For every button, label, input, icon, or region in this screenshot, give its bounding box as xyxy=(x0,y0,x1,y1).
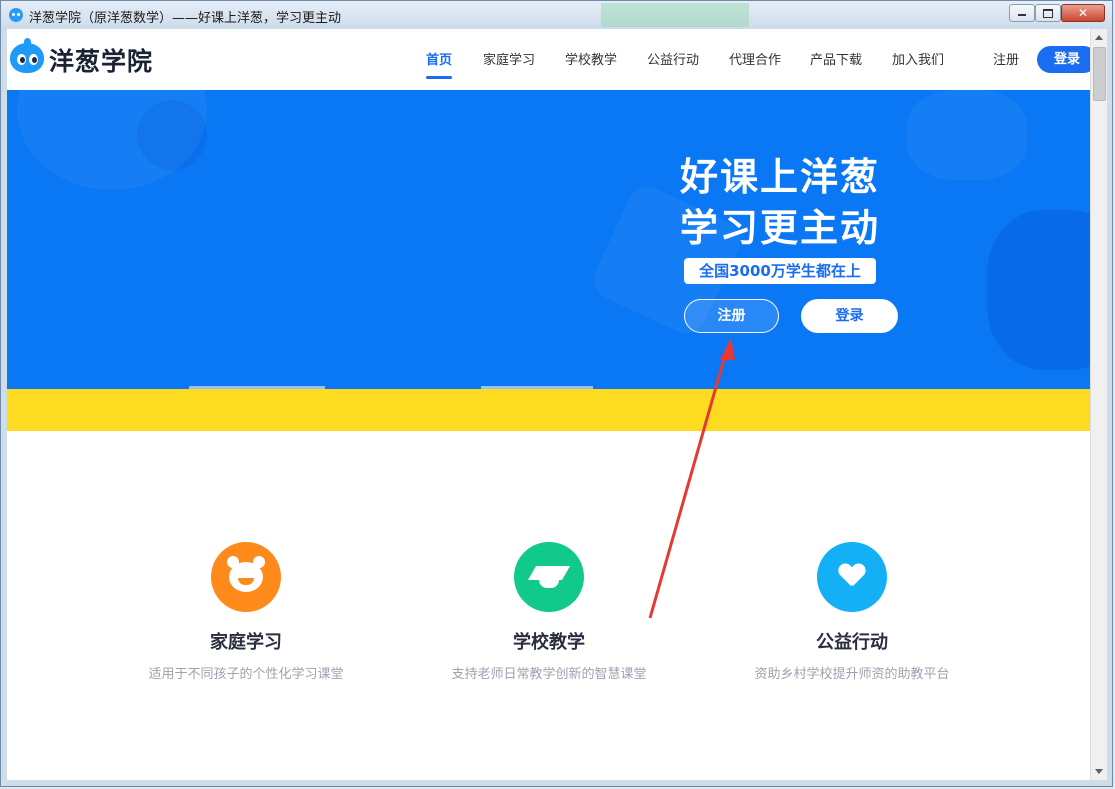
feature-title: 学校教学 xyxy=(513,632,585,653)
maximize-icon xyxy=(1043,9,1053,18)
logo-text[interactable]: 洋葱学院 xyxy=(49,42,153,78)
ghost-overlay xyxy=(601,3,749,27)
hero-title-line1: 好课上洋葱 xyxy=(680,155,881,199)
window-title: 洋葱学院（原洋葱数学）——好课上洋葱，学习更主动 xyxy=(29,11,342,26)
hero-title-line2: 学习更主动 xyxy=(680,206,881,250)
hero-decoration xyxy=(987,210,1090,370)
bear-face xyxy=(229,562,263,592)
nav-active-underline xyxy=(426,76,452,79)
close-icon: ✕ xyxy=(1077,6,1089,20)
nav-item-family-learning[interactable]: 家庭学习 xyxy=(483,49,535,68)
logo-eye-left xyxy=(17,54,26,65)
hero-decoration xyxy=(137,100,207,170)
nav-item-charity[interactable]: 公益行动 xyxy=(647,49,699,68)
nav-login-button[interactable]: 登录 xyxy=(1037,46,1090,73)
scroll-up-arrow-icon[interactable] xyxy=(1095,35,1103,40)
graduation-cap-icon xyxy=(514,542,584,612)
heart-shape xyxy=(839,564,865,590)
hero-title: 好课上洋葱 学习更主动 xyxy=(680,152,880,254)
nav-register-link[interactable]: 注册 xyxy=(993,49,1019,68)
onion-logo-icon[interactable] xyxy=(10,38,44,73)
yellow-band xyxy=(7,389,1090,431)
feature-title: 公益行动 xyxy=(816,632,888,653)
minimize-icon xyxy=(1018,14,1026,16)
bear-icon xyxy=(211,542,281,612)
maximize-button[interactable] xyxy=(1035,4,1061,22)
feature-title: 家庭学习 xyxy=(210,632,282,653)
top-nav: 洋葱学院 首页 家庭学习 学校教学 公益行动 代理合作 产品下载 加入我们 注册… xyxy=(7,29,1090,90)
nav-item-agency[interactable]: 代理合作 xyxy=(729,49,781,68)
hero-decoration xyxy=(907,90,1027,180)
nav-item-home[interactable]: 首页 xyxy=(426,49,452,68)
nav-item-download[interactable]: 产品下载 xyxy=(810,49,862,68)
nav-item-join-us[interactable]: 加入我们 xyxy=(892,49,944,68)
feature-charity[interactable]: 公益行动 资助乡村学校提升师资的助教平台 xyxy=(702,542,1002,682)
cap-base xyxy=(539,576,559,588)
scroll-thumb[interactable] xyxy=(1093,47,1106,101)
heart-icon xyxy=(817,542,887,612)
vertical-scrollbar[interactable] xyxy=(1090,29,1107,780)
minimize-button[interactable] xyxy=(1009,4,1035,22)
feature-description: 支持老师日常教学创新的智慧课堂 xyxy=(451,667,647,682)
title-bar: 洋葱学院（原洋葱数学）——好课上洋葱，学习更主动 ✕ xyxy=(1,1,1112,29)
feature-description: 适用于不同孩子的个性化学习课堂 xyxy=(148,667,344,682)
hero-register-button[interactable]: 注册 xyxy=(684,299,779,333)
scroll-down-arrow-icon[interactable] xyxy=(1095,769,1103,774)
hero-banner: 好课上洋葱 学习更主动 全国3000万学生都在上 注册 登录 xyxy=(7,90,1090,389)
web-page: 洋葱学院 首页 家庭学习 学校教学 公益行动 代理合作 产品下载 加入我们 注册… xyxy=(7,29,1090,780)
close-button[interactable]: ✕ xyxy=(1061,4,1105,22)
feature-description: 资助乡村学校提升师资的助教平台 xyxy=(754,667,950,682)
feature-family-learning[interactable]: 家庭学习 适用于不同孩子的个性化学习课堂 xyxy=(96,542,396,682)
nav-item-school-teaching[interactable]: 学校教学 xyxy=(565,49,617,68)
feature-school-teaching[interactable]: 学校教学 支持老师日常教学创新的智慧课堂 xyxy=(399,542,699,682)
hero-login-button[interactable]: 登录 xyxy=(801,299,898,333)
logo-eye-right xyxy=(29,54,38,65)
app-icon xyxy=(9,8,23,22)
hero-subtitle-badge: 全国3000万学生都在上 xyxy=(684,258,876,284)
